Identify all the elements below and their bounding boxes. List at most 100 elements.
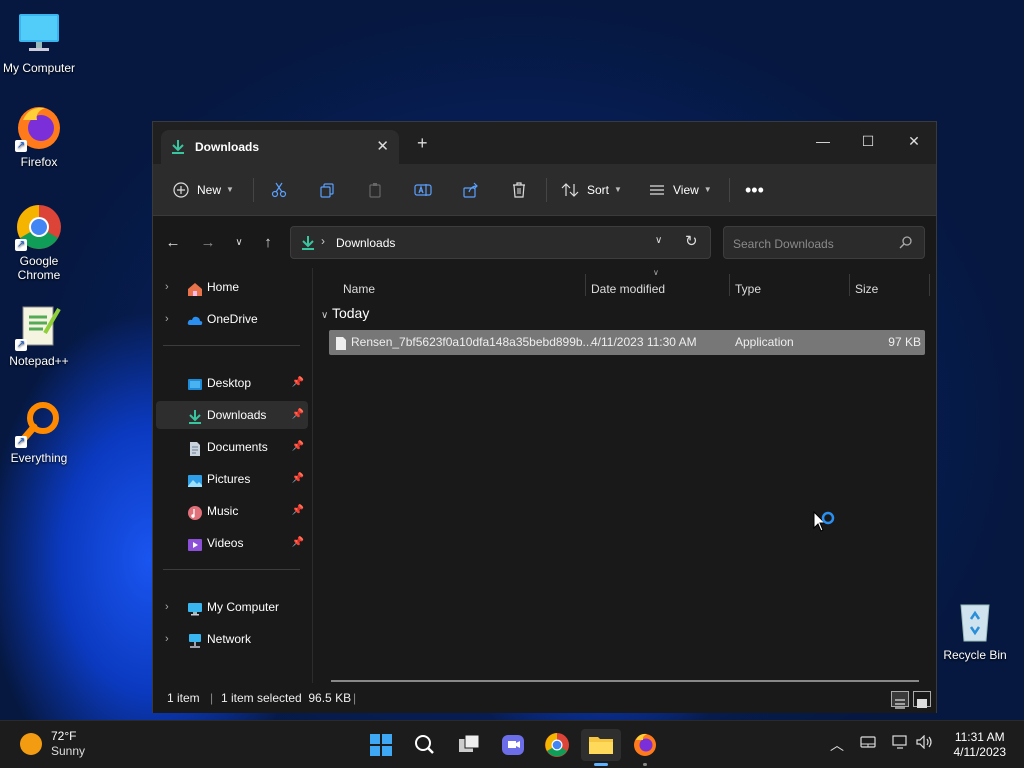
delete-button[interactable] (511, 176, 527, 204)
address-dropdown-icon[interactable]: ∨ (655, 235, 662, 246)
new-tab-button[interactable]: + (417, 134, 428, 152)
nav-item-downloads[interactable]: Downloads 📌 (156, 401, 308, 429)
refresh-icon[interactable]: ↻ (685, 232, 698, 250)
nav-item-music[interactable]: Music 📌 (156, 497, 308, 525)
expand-chevron-icon[interactable]: › (165, 593, 169, 621)
column-separator[interactable] (929, 274, 930, 296)
expand-chevron-icon[interactable]: › (165, 625, 169, 653)
task-view-button[interactable] (449, 729, 489, 761)
column-separator[interactable] (849, 274, 850, 296)
nav-item-onedrive[interactable]: › OneDrive (156, 305, 308, 333)
nav-divider (163, 345, 300, 346)
search-taskbar-button[interactable] (405, 729, 445, 761)
view-button[interactable]: View ▼ (649, 176, 712, 204)
tab-downloads[interactable]: Downloads ✕ (161, 130, 399, 164)
details-view-button[interactable] (891, 691, 909, 709)
desktop-icon-chrome[interactable]: ↗ Google Chrome (1, 203, 77, 282)
recent-locations-button[interactable]: ∨ (229, 234, 249, 252)
file-size: 97 KB (888, 335, 921, 349)
scissors-icon (271, 182, 287, 198)
clock[interactable]: 11:31 AM 4/11/2023 (954, 730, 1007, 760)
horizontal-scrollbar[interactable] (331, 680, 919, 682)
network-status-icon[interactable] (892, 735, 910, 752)
tiles-view-button[interactable] (913, 691, 931, 708)
nav-divider (163, 569, 300, 570)
breadcrumb[interactable]: Downloads (336, 236, 395, 250)
rename-button[interactable] (414, 176, 432, 204)
nav-item-documents[interactable]: Documents 📌 (156, 433, 308, 461)
start-button[interactable] (361, 729, 401, 761)
volume-icon[interactable] (916, 734, 934, 752)
file-list-pane: Name ∨ Date modified Type Size ∨ Today R… (312, 268, 936, 683)
up-button[interactable]: ↑ (258, 234, 278, 252)
command-bar: New ▼ Sort ▼ View ▼ ••• (153, 164, 936, 216)
nav-item-desktop[interactable]: Desktop 📌 (156, 369, 308, 397)
download-icon (171, 139, 185, 160)
paste-button[interactable] (367, 176, 383, 204)
desktop-icon-label: Google Chrome (17, 254, 61, 282)
trash-icon (511, 182, 527, 198)
column-header-name[interactable]: Name (343, 278, 375, 300)
clock-date: 4/11/2023 (953, 745, 1007, 759)
desktop-icon-label: My Computer (2, 61, 76, 75)
nav-item-home[interactable]: › Home (156, 273, 308, 301)
desktop-icon-label: Firefox (20, 155, 58, 169)
column-header-date-modified[interactable]: Date modified (591, 278, 665, 300)
column-separator[interactable] (585, 274, 586, 296)
share-button[interactable] (463, 176, 479, 204)
nav-item-pictures[interactable]: Pictures 📌 (156, 465, 308, 493)
cut-button[interactable] (271, 176, 287, 204)
expand-chevron-icon[interactable]: › (165, 273, 169, 301)
nav-item-my-computer[interactable]: › My Computer (156, 593, 308, 621)
firefox-icon: ↗ (15, 104, 63, 152)
document-icon (187, 439, 203, 456)
minimize-button[interactable]: — (800, 127, 846, 155)
desktop-icon-my-computer[interactable]: My Computer (1, 10, 77, 75)
column-header-type[interactable]: Type (735, 278, 761, 300)
nav-label: Music (207, 504, 239, 518)
chevron-down-icon: ▼ (614, 185, 622, 194)
details-view-icon (895, 699, 905, 709)
desktop-icon-firefox[interactable]: ↗ Firefox (1, 104, 77, 169)
nav-item-videos[interactable]: Videos 📌 (156, 529, 308, 557)
home-icon (187, 279, 203, 296)
touchpad-icon[interactable] (860, 735, 876, 752)
teams-chat-button[interactable] (493, 729, 533, 761)
column-header-size[interactable]: Size (855, 278, 878, 300)
monitor-icon (15, 10, 63, 58)
firefox-icon (634, 733, 656, 756)
new-label: New (197, 183, 222, 197)
file-explorer-taskbar-button[interactable] (581, 729, 621, 766)
nav-item-network[interactable]: › Network (156, 625, 308, 653)
chrome-taskbar-button[interactable] (537, 729, 577, 761)
selection-info: 1 item selected 96.5 KB (221, 691, 352, 705)
back-button[interactable]: ← (163, 234, 183, 252)
firefox-taskbar-button[interactable] (625, 729, 665, 766)
address-bar[interactable]: › Downloads ∨ ↻ (290, 226, 711, 259)
pin-icon: 📌 (291, 473, 304, 484)
close-tab-icon[interactable]: ✕ (376, 137, 389, 155)
sort-button[interactable]: Sort ▼ (561, 176, 622, 204)
pin-icon: 📌 (291, 409, 304, 420)
forward-button[interactable]: → (198, 234, 218, 252)
show-hidden-icons-chevron[interactable]: ︿ (830, 735, 844, 755)
group-header-today[interactable]: ∨ Today (321, 305, 369, 321)
desktop-icon-recycle-bin[interactable]: Recycle Bin (937, 597, 1013, 662)
search-box[interactable]: Search Downloads (723, 226, 925, 259)
file-row[interactable]: Rensen_7bf5623f0a10dfa148a35bebd899b... … (329, 330, 925, 355)
column-separator[interactable] (729, 274, 730, 296)
sort-indicator-icon: ∨ (653, 268, 659, 277)
desktop-icon (187, 375, 203, 391)
weather-desc: Sunny (51, 744, 86, 758)
copy-button[interactable] (319, 176, 335, 204)
desktop-icon-label: Recycle Bin (943, 648, 1007, 662)
share-icon (463, 182, 479, 198)
close-window-button[interactable]: ✕ (891, 127, 937, 155)
new-button[interactable]: New ▼ (173, 176, 234, 204)
expand-chevron-icon[interactable]: › (165, 305, 169, 333)
status-bar: 1 item | 1 item selected 96.5 KB | (153, 683, 936, 713)
desktop-icon-notepadpp[interactable]: ↗ Notepad++ (1, 303, 77, 368)
desktop-icon-everything[interactable]: ↗ Everything (1, 400, 77, 465)
maximize-button[interactable]: ☐ (845, 127, 891, 155)
more-options-button[interactable]: ••• (745, 176, 764, 204)
